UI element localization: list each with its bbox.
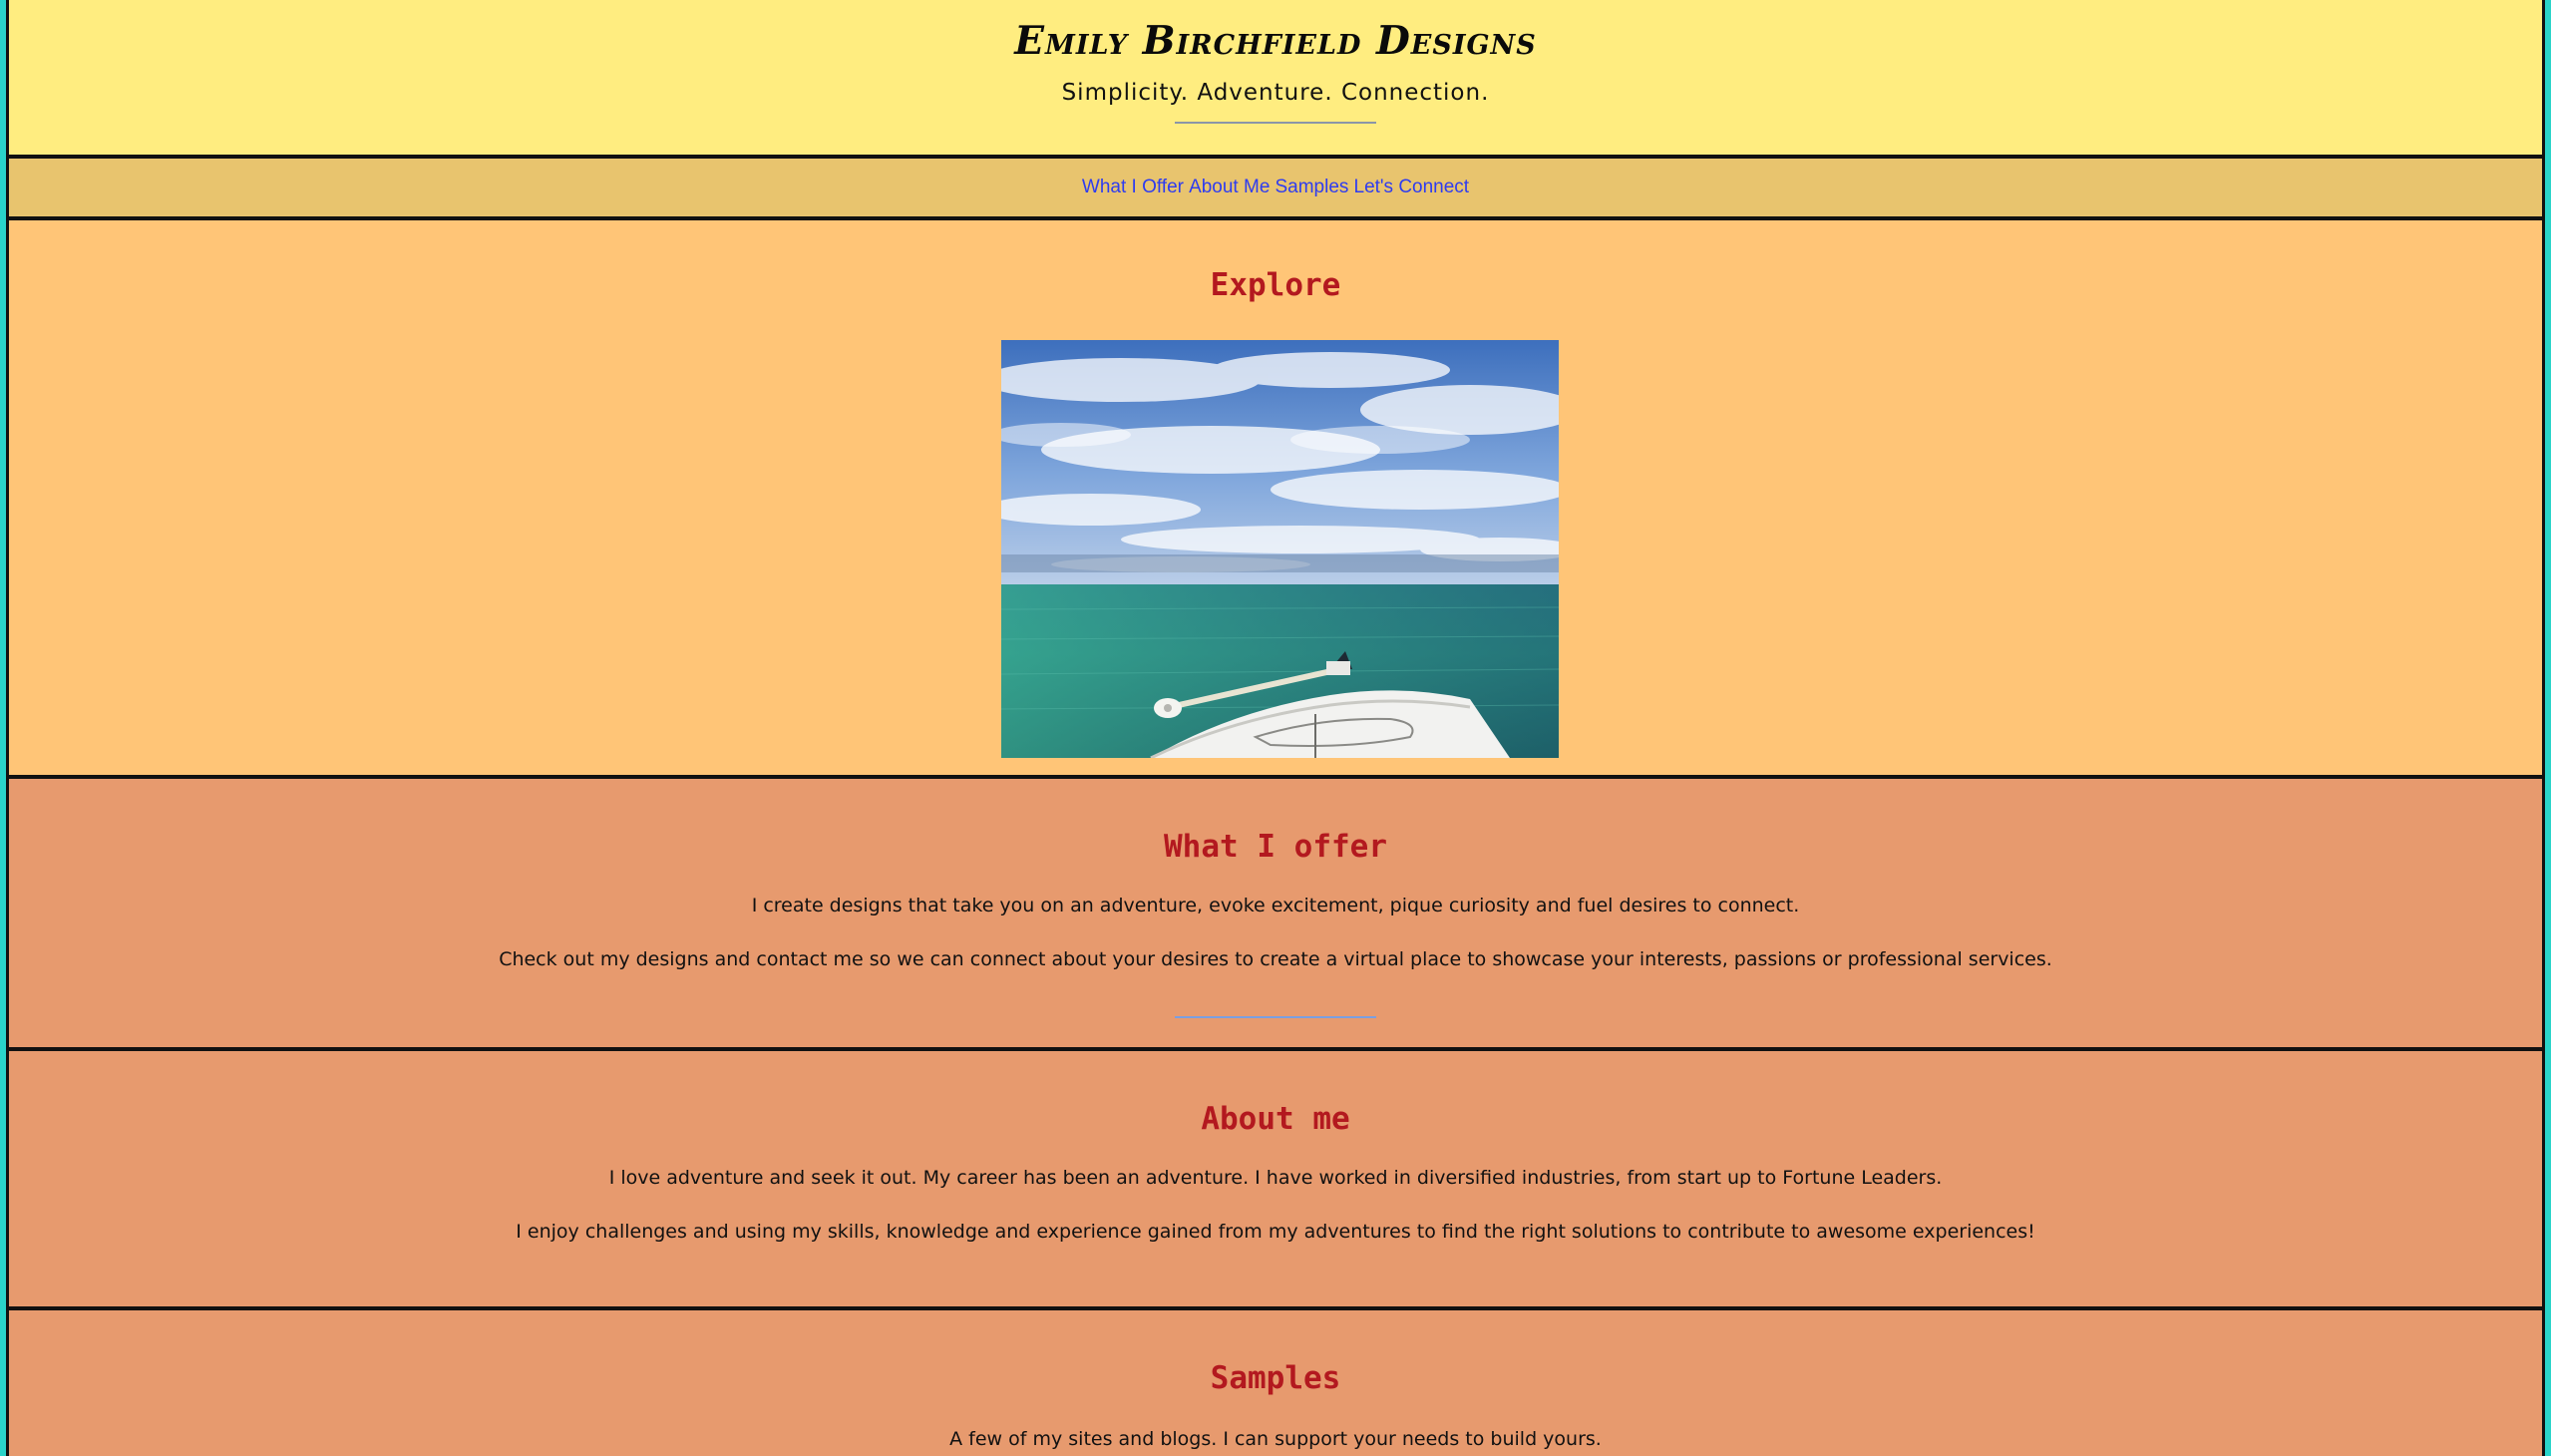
samples-paragraph-1: A few of my sites and blogs. I can suppo…	[949, 1428, 1602, 1450]
site-header: Emily Birchfield Designs Simplicity. Adv…	[9, 0, 2542, 159]
about-me-section: About me I love adventure and seek it ou…	[9, 1051, 2542, 1310]
about-me-paragraph-1: I love adventure and seek it out. My car…	[608, 1167, 1943, 1189]
samples-section: Samples A few of my sites and blogs. I c…	[9, 1310, 2542, 1456]
offer-divider	[1175, 1016, 1376, 1018]
nav-link-what-i-offer[interactable]: What I Offer	[1082, 177, 1184, 197]
header-divider	[1175, 122, 1376, 124]
what-i-offer-paragraph-2: Check out my designs and contact me so w…	[499, 948, 2052, 970]
about-me-paragraph-2: I enjoy challenges and using my skills, …	[516, 1221, 2035, 1243]
samples-heading: Samples	[1210, 1360, 1341, 1396]
nav-link-lets-connect[interactable]: Let's Connect	[1354, 177, 1470, 197]
nav-link-about-me[interactable]: About Me	[1189, 177, 1270, 197]
what-i-offer-heading: What I offer	[1164, 829, 1387, 865]
explore-section: Explore	[9, 220, 2542, 779]
nav-link-samples[interactable]: Samples	[1275, 177, 1348, 197]
about-me-heading: About me	[1201, 1101, 1350, 1137]
explore-photo	[1001, 340, 1559, 758]
page-frame: Emily Birchfield Designs Simplicity. Adv…	[6, 0, 2545, 1456]
site-tagline: Simplicity. Adventure. Connection.	[1061, 80, 1490, 106]
main-nav: What I Offer About Me Samples Let's Conn…	[9, 159, 2542, 220]
what-i-offer-paragraph-1: I create designs that take you on an adv…	[751, 895, 1800, 916]
what-i-offer-section: What I offer I create designs that take …	[9, 779, 2542, 1051]
explore-heading: Explore	[1210, 267, 1341, 303]
site-title: Emily Birchfield Designs	[1014, 18, 1537, 64]
